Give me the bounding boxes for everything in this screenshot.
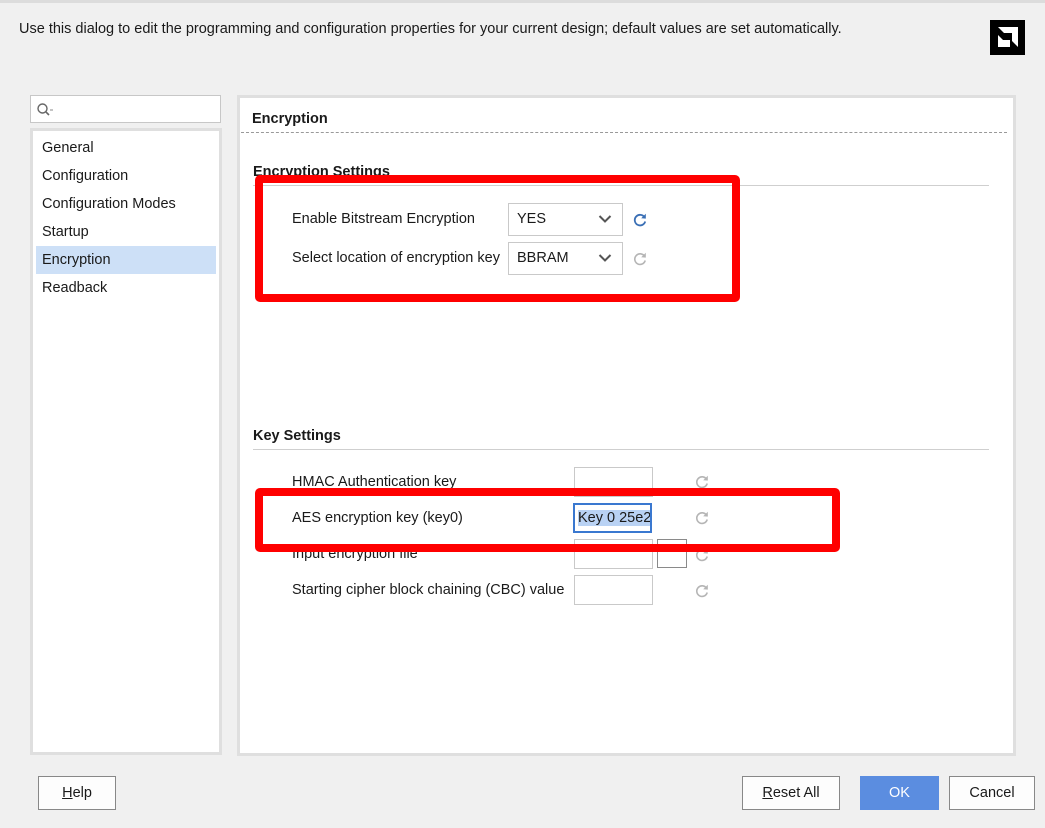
help-button[interactable]: Help xyxy=(38,776,116,810)
search-icon xyxy=(37,103,53,116)
top-border xyxy=(0,0,1045,3)
cancel-button[interactable]: Cancel xyxy=(949,776,1035,810)
key-settings-divider xyxy=(253,449,989,450)
nav-search-input[interactable] xyxy=(30,95,221,123)
nav-item-readback[interactable]: Readback xyxy=(36,274,216,302)
amd-logo-icon xyxy=(990,20,1025,55)
nav-item-encryption[interactable]: Encryption xyxy=(36,246,216,274)
help-label: elp xyxy=(72,785,92,801)
nav-item-general[interactable]: General xyxy=(36,134,216,162)
highlight-box-aes-key xyxy=(255,488,840,552)
nav-item-configuration-modes[interactable]: Configuration Modes xyxy=(36,190,216,218)
title-separator xyxy=(241,132,1007,133)
page-title: Encryption xyxy=(252,111,328,127)
dialog-description: Use this dialog to edit the programming … xyxy=(19,21,842,37)
cbc-value-input[interactable] xyxy=(574,575,653,605)
refresh-icon xyxy=(696,584,708,598)
reset-all-mnemonic: R xyxy=(762,785,773,801)
nav-item-startup[interactable]: Startup xyxy=(36,218,216,246)
help-mnemonic: H xyxy=(62,785,73,801)
nav-panel: General Configuration Configuration Mode… xyxy=(30,128,222,755)
ok-button[interactable]: OK xyxy=(860,776,939,810)
nav-item-configuration[interactable]: Configuration xyxy=(36,162,216,190)
cbc-value-label: Starting cipher block chaining (CBC) val… xyxy=(292,582,565,598)
reset-all-label: eset All xyxy=(772,785,820,801)
highlight-box-encryption-settings xyxy=(255,175,740,302)
reset-all-button[interactable]: Reset All xyxy=(742,776,840,810)
key-settings-title: Key Settings xyxy=(253,428,341,444)
